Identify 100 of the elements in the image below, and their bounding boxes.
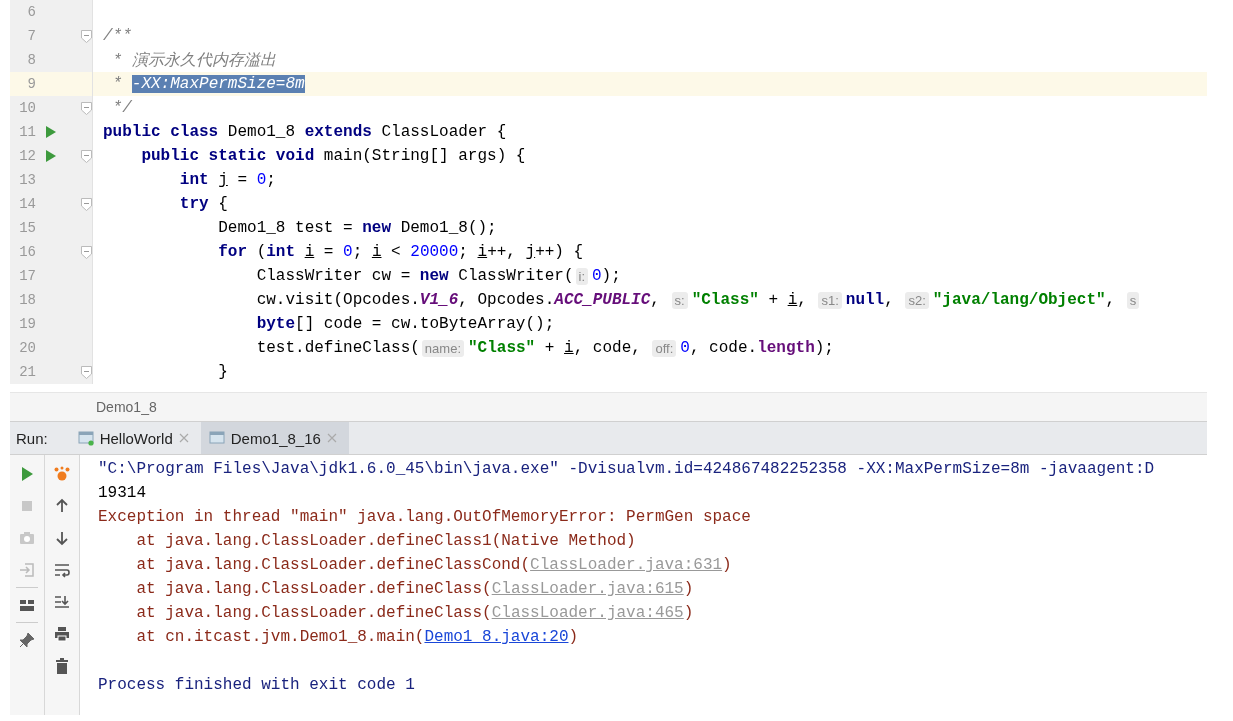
code-text: ;: [458, 243, 469, 261]
run-tab[interactable]: Demo1_8_16: [200, 422, 349, 454]
comment-text: /**: [103, 27, 132, 45]
variable-name: j: [218, 171, 228, 189]
code-text: }: [217, 363, 228, 381]
line-number: 11: [18, 124, 36, 140]
close-icon[interactable]: [326, 433, 337, 443]
string-literal: "java/lang/Object": [932, 291, 1106, 309]
error-text: Exception in thread "main" java.lang.OutOfMemoryError: PermGen space: [98, 508, 751, 526]
constant-name: V1_6: [419, 291, 459, 309]
run-icon[interactable]: [45, 125, 57, 139]
error-text: ): [683, 604, 694, 622]
source-link[interactable]: Demo1_8.java:20: [424, 628, 569, 646]
bug-icon[interactable]: [53, 465, 71, 483]
keyword: public static void: [140, 147, 315, 165]
line-number: 7: [26, 28, 36, 44]
code-text: cw.visit(Opcodes.: [255, 291, 420, 309]
close-icon[interactable]: [178, 433, 189, 443]
keyword: null: [845, 291, 885, 309]
line-number: 14: [18, 196, 36, 212]
keyword: int: [266, 243, 297, 261]
variable-name: i: [371, 243, 382, 261]
code-text: ,: [884, 291, 895, 309]
line-number: 12: [18, 148, 36, 164]
error-text: at java.lang.ClassLoader.defineClass1(Native Method): [135, 532, 636, 550]
run-tab[interactable]: HelloWorld: [69, 422, 201, 454]
library-link[interactable]: ClassLoader.java:631: [530, 556, 723, 574]
parameter-hint: off:: [652, 339, 677, 357]
line-number: 16: [18, 244, 36, 260]
field-name: length: [757, 339, 815, 357]
line-number: 8: [26, 52, 36, 68]
code-text: ClassWriter(: [457, 267, 574, 285]
fold-icon[interactable]: [81, 245, 92, 259]
code-text: [] code = cw.toByteArray();: [295, 315, 555, 333]
trash-icon[interactable]: [53, 657, 71, 675]
run-icon[interactable]: [45, 149, 57, 163]
variable-name: i: [477, 243, 488, 261]
code-text: );: [601, 267, 621, 285]
code-text: test.defineClass(: [255, 339, 420, 357]
command-line: "C:\Program Files\Java\jdk1.6.0_45\bin\java.exe" -Dvisualvm.id=424867482252358 -XX:MaxPermSize=8m -javaagent:D: [98, 460, 1155, 478]
variable-name: i: [304, 243, 315, 261]
constant-name: ACC_PUBLIC: [554, 291, 651, 309]
code-text: =: [236, 171, 249, 189]
keyword: for: [217, 243, 248, 261]
fold-icon[interactable]: [81, 197, 92, 211]
fold-icon[interactable]: [81, 365, 92, 379]
keyword: new: [419, 267, 449, 285]
keyword: public class: [103, 123, 219, 141]
code-text: Demo1_8: [226, 123, 297, 141]
error-text: ): [722, 556, 732, 574]
error-text: at java.lang.ClassLoader.defineClass(: [135, 580, 492, 598]
code-text: <: [390, 243, 402, 261]
output-text: 19314: [98, 484, 146, 502]
fold-icon[interactable]: [81, 149, 92, 163]
code-text: , code,: [573, 339, 642, 357]
fold-icon[interactable]: [81, 101, 92, 115]
parameter-hint: i:: [575, 267, 588, 285]
soft-wrap-icon[interactable]: [53, 561, 71, 579]
code-text: Demo1_8();: [399, 219, 497, 237]
code-text: ++,: [487, 243, 517, 261]
sign-in-icon[interactable]: [18, 561, 36, 579]
pin-icon[interactable]: [18, 631, 36, 649]
error-text: at java.lang.ClassLoader.defineClassCond(: [135, 556, 531, 574]
code-text: ++) {: [535, 243, 584, 261]
breadcrumb[interactable]: Demo1_8: [96, 399, 157, 415]
parameter-hint: s1:: [818, 291, 842, 309]
line-number: 13: [18, 172, 36, 188]
parameter-hint: name:: [421, 339, 464, 357]
code-text: Demo1_8 test =: [217, 219, 354, 237]
code-text: ;: [352, 243, 364, 261]
console-icon: [208, 430, 225, 446]
console-icon: [77, 430, 94, 446]
exit-message: Process finished with exit code 1: [98, 676, 415, 694]
code-text: +: [767, 291, 780, 309]
line-number: 20: [18, 340, 36, 356]
keyword: extends: [304, 123, 372, 141]
line-number: 21: [18, 364, 36, 380]
arrow-down-icon[interactable]: [53, 529, 71, 547]
line-number: 17: [18, 268, 36, 284]
code-text: ,: [1105, 291, 1117, 309]
string-literal: "Class": [691, 291, 759, 309]
line-number: 10: [18, 100, 36, 116]
number-literal: 0: [343, 243, 353, 261]
code-text: ClassLoader {: [380, 123, 507, 141]
parameter-hint: s: [1126, 291, 1140, 309]
comment-text: * 演示永久代内存溢出: [111, 50, 276, 71]
code-text: ClassWriter cw =: [255, 267, 412, 285]
print-icon[interactable]: [53, 625, 71, 643]
comment-text: */: [111, 99, 132, 117]
camera-icon[interactable]: [18, 529, 36, 547]
fold-icon[interactable]: [81, 29, 92, 43]
code-text: ,: [797, 291, 808, 309]
library-link[interactable]: ClassLoader.java:465: [491, 604, 684, 622]
scroll-to-end-icon[interactable]: [53, 593, 71, 611]
library-link[interactable]: ClassLoader.java:615: [491, 580, 684, 598]
parameter-hint: s:: [671, 291, 688, 309]
comment-text: *: [111, 75, 124, 93]
variable-name: i: [787, 291, 798, 309]
keyword: try: [178, 195, 209, 213]
line-number: 18: [18, 292, 36, 308]
